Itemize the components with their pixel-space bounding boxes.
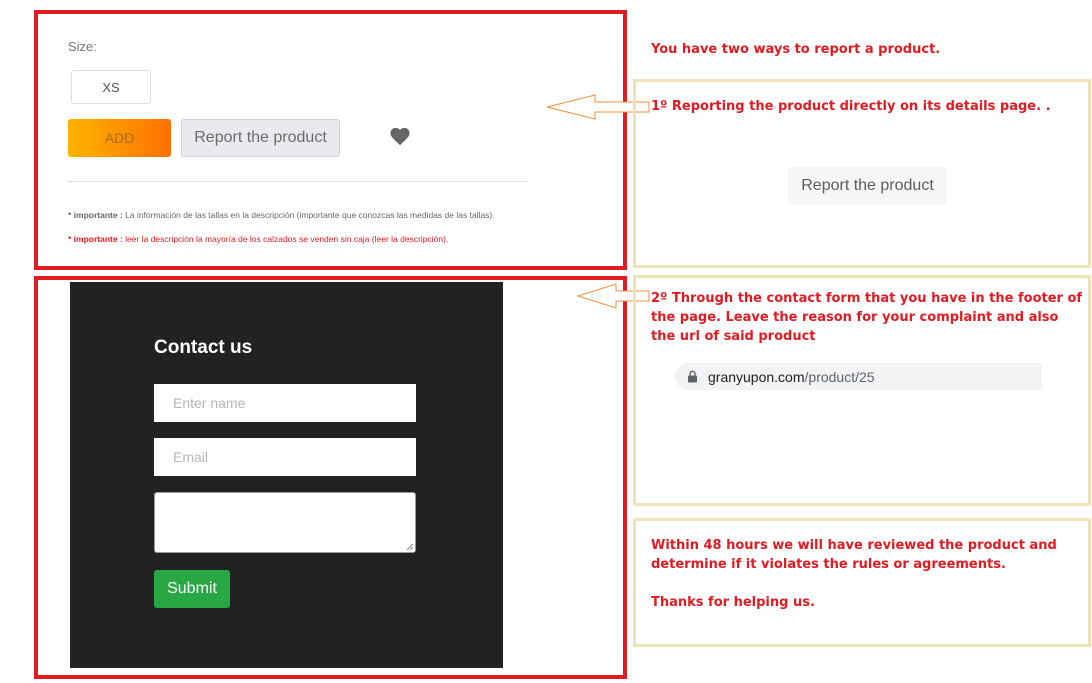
submit-button[interactable]: Submit bbox=[154, 570, 230, 608]
size-option-xs[interactable]: XS bbox=[71, 70, 151, 104]
resize-grip-icon[interactable] bbox=[406, 543, 413, 550]
review-text: Within 48 hours we will have reviewed th… bbox=[651, 538, 1057, 572]
report-product-button[interactable]: Report the product bbox=[181, 119, 340, 157]
heart-icon[interactable] bbox=[389, 126, 411, 146]
size-note: * importante : La información de las tal… bbox=[68, 210, 495, 220]
lock-icon bbox=[688, 370, 697, 383]
final-note: Within 48 hours we will have reviewed th… bbox=[651, 536, 1071, 612]
email-input[interactable]: Email bbox=[154, 438, 416, 476]
box-note: * importante : leer la descripción la ma… bbox=[68, 234, 449, 244]
report-product-sample: Report the product bbox=[788, 167, 947, 205]
message-textarea[interactable] bbox=[154, 492, 416, 553]
name-input[interactable]: Enter name bbox=[154, 384, 416, 422]
url-domain: granyupon.com bbox=[708, 368, 805, 385]
url-path: /product/25 bbox=[804, 368, 875, 385]
url-bar: granyupon.com/product/25 bbox=[675, 363, 1042, 390]
add-to-cart-button[interactable]: ADD bbox=[68, 119, 171, 157]
step1-text: 1º Reporting the product directly on its… bbox=[651, 99, 1051, 114]
step2-text: 2º Through the contact form that you hav… bbox=[651, 291, 1083, 344]
thanks-text: Thanks for helping us. bbox=[651, 595, 815, 610]
instructions-heading: You have two ways to report a product. bbox=[651, 42, 941, 57]
divider bbox=[68, 181, 528, 182]
contact-title: Contact us bbox=[154, 337, 253, 358]
size-label: Size: bbox=[68, 39, 97, 54]
